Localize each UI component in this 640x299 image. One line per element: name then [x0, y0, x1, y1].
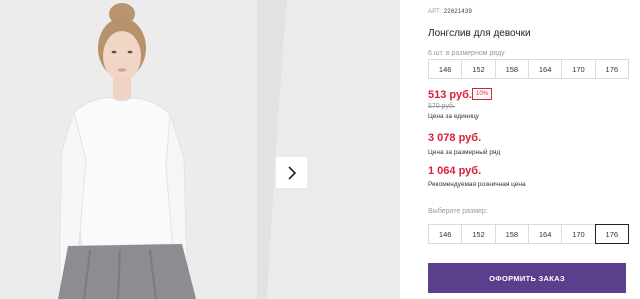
size-cell: 170	[561, 59, 596, 79]
size-cell: 146	[428, 59, 463, 79]
size-option[interactable]: 164	[527, 224, 563, 244]
pack-note: 6 шт. в размерном ряду	[428, 50, 505, 57]
size-cell: 152	[461, 59, 496, 79]
price-old: 570 руб.	[428, 103, 455, 110]
size-option[interactable]: 170	[561, 224, 596, 244]
price-size-row-label: Цена за размерный ряд	[428, 149, 501, 156]
product-photo-secondary[interactable]	[257, 0, 400, 299]
size-option[interactable]: 152	[461, 224, 496, 244]
size-cell: 176	[594, 59, 629, 79]
size-cell: 158	[494, 59, 529, 79]
price-per-unit: 513 руб.	[428, 89, 472, 101]
size-selector: 146 152 158 164 170 176	[428, 224, 629, 244]
article-value: 22621439	[443, 9, 473, 15]
size-option[interactable]: 176	[594, 224, 629, 244]
product-info-panel: АРТ: 22621439 Лонгслив для девочки 6 шт.…	[428, 0, 629, 299]
product-title: Лонгслив для девочки	[428, 28, 531, 39]
order-button[interactable]: ОФОРМИТЬ ЗАКАЗ	[428, 263, 626, 293]
model-illustration	[0, 0, 257, 299]
price-per-unit-label: Цена за единицу	[428, 113, 479, 120]
article-number: АРТ: 22621439	[428, 9, 472, 15]
product-photo-main[interactable]	[0, 0, 257, 299]
gallery-next-button[interactable]	[276, 157, 307, 188]
price-retail: 1 064 руб.	[428, 165, 482, 177]
size-cell: 164	[527, 59, 563, 79]
price-size-row: 3 078 руб.	[428, 132, 482, 144]
size-row-info: 146 152 158 164 170 176	[428, 59, 629, 79]
chevron-right-icon	[287, 165, 296, 180]
product-gallery	[0, 0, 400, 299]
size-option[interactable]: 146	[428, 224, 463, 244]
price-retail-label: Рекомендуемая розничная цена	[428, 181, 526, 188]
model-illustration-secondary	[257, 0, 400, 299]
discount-badge: 10%	[472, 88, 493, 100]
article-label: АРТ:	[428, 9, 442, 15]
choose-size-label: Выберите размер:	[428, 208, 488, 215]
size-option[interactable]: 158	[494, 224, 529, 244]
